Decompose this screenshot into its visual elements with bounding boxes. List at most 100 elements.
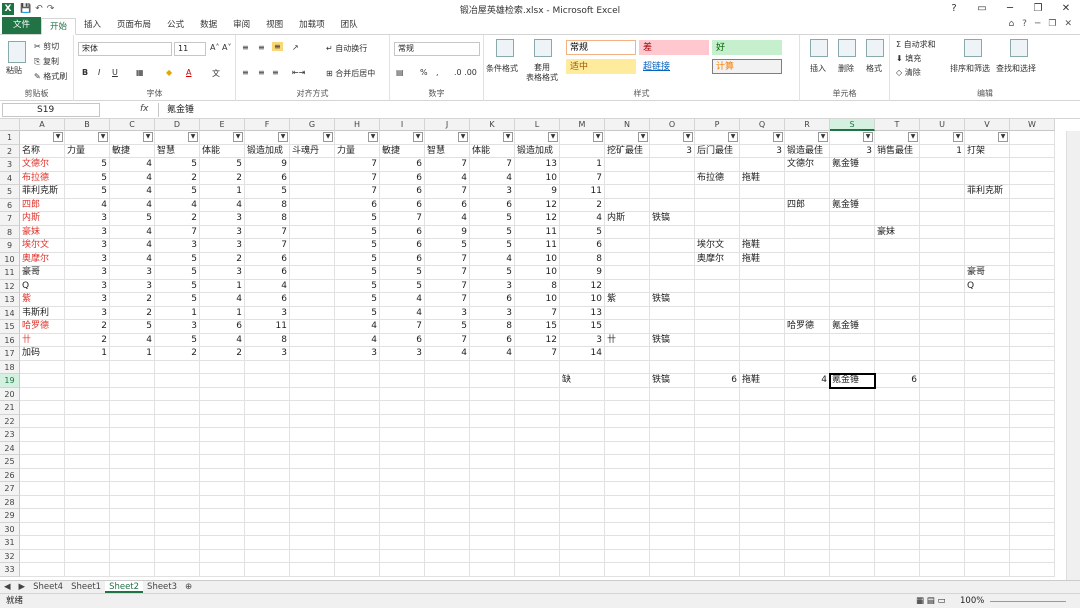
cell-U21[interactable]	[920, 401, 965, 415]
cell-P6[interactable]	[695, 198, 740, 212]
cell-O25[interactable]	[650, 455, 695, 469]
cell-style-2[interactable]: 好	[712, 40, 782, 55]
cell-J25[interactable]	[425, 455, 470, 469]
row-header-3[interactable]: 3	[0, 158, 20, 172]
cell-style-3[interactable]: 适中	[566, 59, 636, 74]
redo-icon[interactable]: ↷	[47, 4, 55, 14]
cell-N32[interactable]	[605, 549, 650, 563]
cell-E16[interactable]: 4	[200, 333, 245, 347]
tab-7[interactable]: 视图	[258, 17, 291, 34]
cell-C26[interactable]	[110, 468, 155, 482]
cell-O12[interactable]	[650, 279, 695, 293]
cell-O32[interactable]	[650, 549, 695, 563]
cell-W12[interactable]	[1010, 279, 1055, 293]
cell-P24[interactable]	[695, 441, 740, 455]
cell-F10[interactable]: 6	[245, 252, 290, 266]
cell-D5[interactable]: 5	[155, 185, 200, 199]
tab-3[interactable]: 页面布局	[109, 17, 159, 34]
cell-style-0[interactable]: 常规	[566, 40, 636, 55]
cell-A25[interactable]	[20, 455, 65, 469]
row-header-2[interactable]: 2	[0, 144, 20, 158]
cell-P3[interactable]	[695, 158, 740, 172]
cell-R12[interactable]	[785, 279, 830, 293]
cell-W7[interactable]	[1010, 212, 1055, 226]
cell-P26[interactable]	[695, 468, 740, 482]
cell-Q11[interactable]	[740, 266, 785, 280]
cell-T11[interactable]	[875, 266, 920, 280]
cell-Q26[interactable]	[740, 468, 785, 482]
cell-T32[interactable]	[875, 549, 920, 563]
cell-A19[interactable]	[20, 374, 65, 388]
cell-C23[interactable]	[110, 428, 155, 442]
cell-C17[interactable]: 1	[110, 347, 155, 361]
cell-B32[interactable]	[65, 549, 110, 563]
window-close-icon[interactable]: ✕	[1064, 19, 1072, 29]
cell-Q5[interactable]	[740, 185, 785, 199]
cell-O33[interactable]	[650, 563, 695, 577]
cell-R30[interactable]	[785, 522, 830, 536]
cell-K8[interactable]: 5	[470, 225, 515, 239]
cell-Q8[interactable]	[740, 225, 785, 239]
cell-N13[interactable]: 紫	[605, 293, 650, 307]
bold-icon[interactable]: B	[82, 68, 88, 77]
cell-P9[interactable]: 埃尔文	[695, 239, 740, 253]
cell-G11[interactable]	[290, 266, 335, 280]
row-header-10[interactable]: 10	[0, 252, 20, 266]
filter-dropdown-icon[interactable]: ▼	[323, 132, 333, 142]
cell-I9[interactable]: 6	[380, 239, 425, 253]
cell-G2[interactable]: 斗魂丹	[290, 144, 335, 158]
cell-K23[interactable]	[470, 428, 515, 442]
cell-D3[interactable]: 5	[155, 158, 200, 172]
cell-G32[interactable]	[290, 549, 335, 563]
cell-A1[interactable]: ▼	[20, 131, 65, 145]
cell-Q2[interactable]: 3	[740, 144, 785, 158]
row-header-27[interactable]: 27	[0, 482, 20, 496]
cell-C3[interactable]: 4	[110, 158, 155, 172]
cell-U31[interactable]	[920, 536, 965, 550]
cell-K21[interactable]	[470, 401, 515, 415]
tab-8[interactable]: 加载项	[291, 17, 333, 34]
row-header-29[interactable]: 29	[0, 509, 20, 523]
cell-L8[interactable]: 11	[515, 225, 560, 239]
cell-W2[interactable]	[1010, 144, 1055, 158]
cell-V22[interactable]	[965, 414, 1010, 428]
cell-B27[interactable]	[65, 482, 110, 496]
cell-K19[interactable]	[470, 374, 515, 388]
cell-H3[interactable]: 7	[335, 158, 380, 172]
cell-R28[interactable]	[785, 495, 830, 509]
cell-V9[interactable]	[965, 239, 1010, 253]
cell-C31[interactable]	[110, 536, 155, 550]
grow-font-icon[interactable]: A˄ A˅	[210, 43, 232, 52]
worksheet-grid[interactable]: A B C D E F G H I J K L M N O P Q R S T U V W 1 ▼ ▼ ▼ ▼ ▼ ▼ ▼ ▼ ▼ ▼ ▼ ▼ ▼ ▼ ▼ ▼…	[0, 119, 1066, 580]
cell-Q19[interactable]: 拖鞋	[740, 374, 785, 388]
cell-T1[interactable]: ▼	[875, 131, 920, 145]
table-format-icon[interactable]	[534, 39, 552, 57]
cell-O28[interactable]	[650, 495, 695, 509]
cell-W18[interactable]	[1010, 360, 1055, 374]
cell-A28[interactable]	[20, 495, 65, 509]
row-header-28[interactable]: 28	[0, 495, 20, 509]
cell-R13[interactable]	[785, 293, 830, 307]
cell-K13[interactable]: 6	[470, 293, 515, 307]
cell-B13[interactable]: 3	[65, 293, 110, 307]
cell-D18[interactable]	[155, 360, 200, 374]
cell-W1[interactable]	[1010, 131, 1055, 145]
cell-J32[interactable]	[425, 549, 470, 563]
cell-H32[interactable]	[335, 549, 380, 563]
cell-O4[interactable]	[650, 171, 695, 185]
cell-G33[interactable]	[290, 563, 335, 577]
cell-Q23[interactable]	[740, 428, 785, 442]
cell-O23[interactable]	[650, 428, 695, 442]
tab-5[interactable]: 数据	[192, 17, 225, 34]
cell-U22[interactable]	[920, 414, 965, 428]
cell-I10[interactable]: 6	[380, 252, 425, 266]
cell-D11[interactable]: 5	[155, 266, 200, 280]
cell-W26[interactable]	[1010, 468, 1055, 482]
cell-A10[interactable]: 奥摩尔	[20, 252, 65, 266]
cell-T18[interactable]	[875, 360, 920, 374]
cell-W29[interactable]	[1010, 509, 1055, 523]
sheet-nav-prev-icon[interactable]: ◀	[0, 581, 15, 593]
add-sheet-icon[interactable]: ⊕	[181, 581, 196, 593]
cell-A5[interactable]: 菲利克斯	[20, 185, 65, 199]
cell-A23[interactable]	[20, 428, 65, 442]
